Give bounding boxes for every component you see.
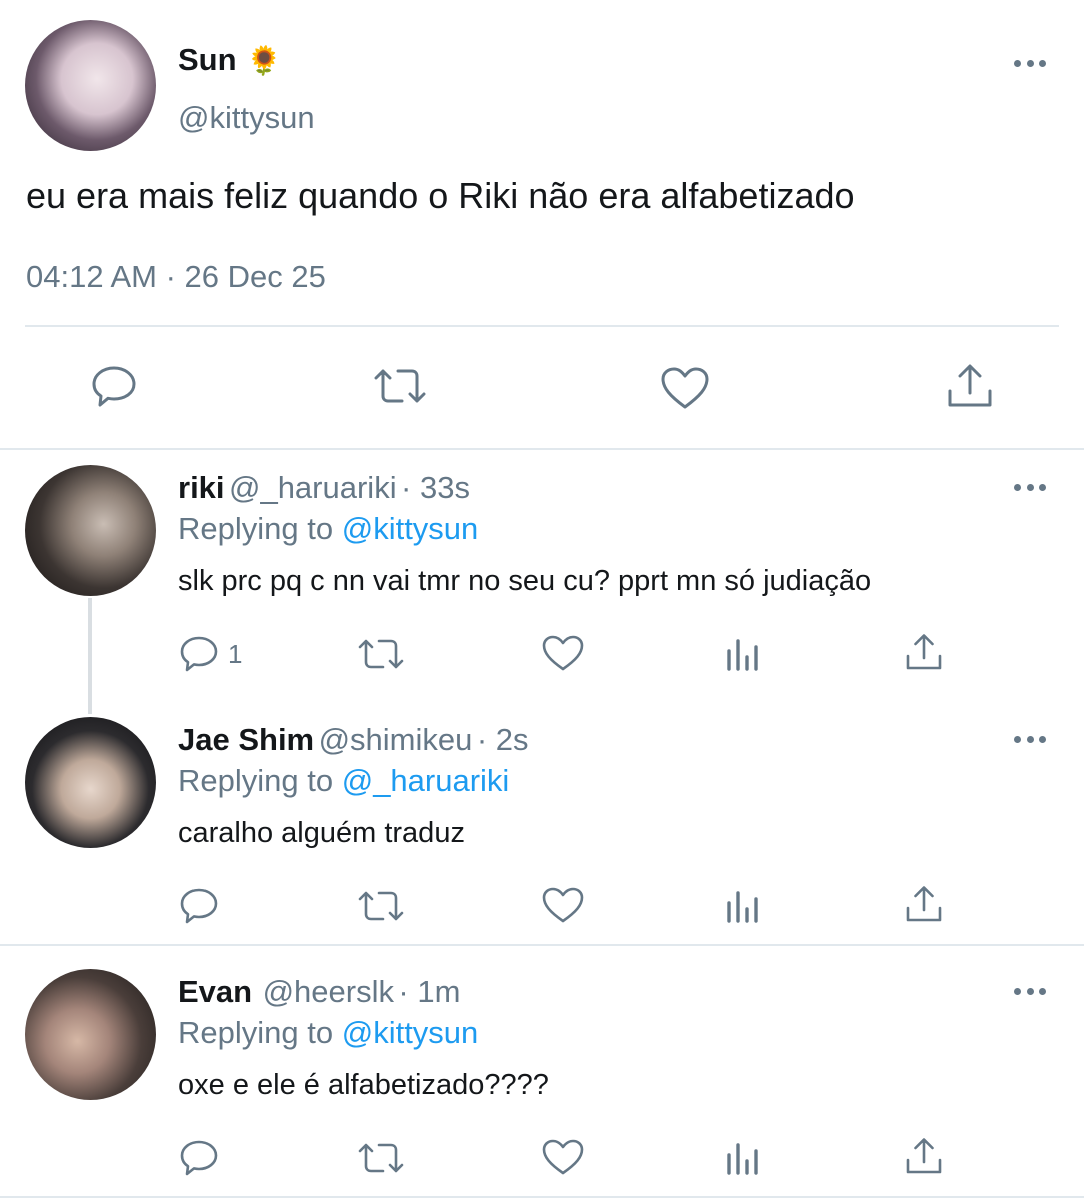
divider xyxy=(0,944,1084,946)
share-icon[interactable] xyxy=(904,632,944,672)
author-handle[interactable]: @_haruariki xyxy=(229,470,397,505)
tweet-timestamp[interactable]: 04:12 AM · 26 Dec 25 xyxy=(26,259,326,295)
divider xyxy=(0,448,1084,450)
avatar[interactable] xyxy=(25,465,156,596)
avatar[interactable] xyxy=(25,969,156,1100)
reply-text: caralho alguém traduz xyxy=(178,817,465,849)
reply-button[interactable]: 1 xyxy=(178,634,242,674)
share-icon[interactable] xyxy=(904,1136,944,1176)
more-icon[interactable] xyxy=(1014,987,1046,995)
author-handle[interactable]: @kittysun xyxy=(178,100,315,136)
reply-icon[interactable] xyxy=(178,886,220,926)
more-icon[interactable] xyxy=(1014,59,1046,67)
divider xyxy=(25,325,1059,327)
tweet-text: eu era mais feliz quando o Riki não era … xyxy=(26,175,855,216)
share-icon[interactable] xyxy=(946,363,994,409)
replying-to-link[interactable]: @kittysun xyxy=(342,1015,479,1050)
sunflower-icon: 🌻 xyxy=(246,44,282,76)
replying-to-link[interactable]: @kittysun xyxy=(342,511,479,546)
divider xyxy=(0,1196,1084,1198)
replying-prefix: Replying to xyxy=(178,511,334,546)
replying-to: Replying to @_haruariki xyxy=(178,763,509,799)
like-icon[interactable] xyxy=(541,1138,585,1176)
reply-text: oxe e ele é alfabetizado???? xyxy=(178,1069,549,1101)
author-name[interactable]: riki xyxy=(178,470,225,505)
analytics-icon[interactable] xyxy=(725,1141,761,1175)
reply-time[interactable]: · 33s xyxy=(401,470,470,505)
reply-icon[interactable] xyxy=(178,634,220,674)
author-name[interactable]: Evan xyxy=(178,974,252,1009)
analytics-icon[interactable] xyxy=(725,889,761,923)
author-name[interactable]: Sun xyxy=(178,42,237,78)
replying-to-link[interactable]: @_haruariki xyxy=(342,763,510,798)
retweet-icon[interactable] xyxy=(357,637,405,671)
like-icon[interactable] xyxy=(660,366,710,410)
reply-time[interactable]: · 1m xyxy=(398,974,460,1009)
replying-prefix: Replying to xyxy=(178,763,334,798)
author-handle[interactable]: @heerslk xyxy=(263,974,394,1009)
replying-to: Replying to @kittysun xyxy=(178,1015,478,1051)
analytics-icon[interactable] xyxy=(725,637,761,671)
reply-count: 1 xyxy=(228,638,243,669)
replying-prefix: Replying to xyxy=(178,1015,334,1050)
retweet-icon[interactable] xyxy=(357,1141,405,1175)
avatar[interactable] xyxy=(25,717,156,848)
reply-time[interactable]: · 2s xyxy=(477,722,529,757)
retweet-icon[interactable] xyxy=(372,366,428,406)
reply-icon[interactable] xyxy=(90,364,138,410)
replying-to: Replying to @kittysun xyxy=(178,511,478,547)
share-icon[interactable] xyxy=(904,884,944,924)
retweet-icon[interactable] xyxy=(357,889,405,923)
like-icon[interactable] xyxy=(541,886,585,924)
author-handle[interactable]: @shimikeu xyxy=(319,722,473,757)
thread-line xyxy=(88,598,92,714)
reply-icon[interactable] xyxy=(178,1138,220,1178)
author-name[interactable]: Jae Shim xyxy=(178,722,314,757)
reply-text: slk prc pq c nn vai tmr no seu cu? pprt … xyxy=(178,565,872,597)
more-icon[interactable] xyxy=(1014,735,1046,743)
like-icon[interactable] xyxy=(541,634,585,672)
avatar[interactable] xyxy=(25,20,156,151)
more-icon[interactable] xyxy=(1014,483,1046,491)
